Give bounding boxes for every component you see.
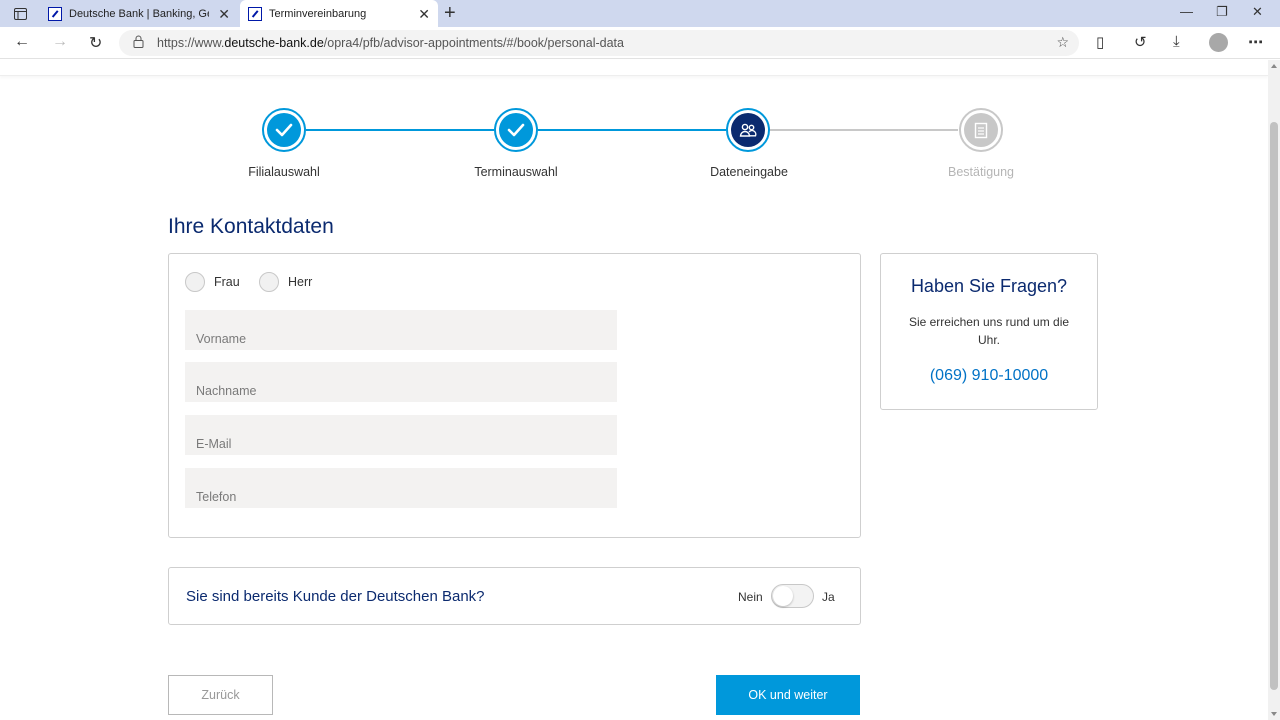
step-dateneingabe bbox=[726, 108, 770, 152]
toggle-no-label: Nein bbox=[738, 590, 763, 604]
checkmark-icon bbox=[275, 123, 293, 137]
back-button[interactable]: Zurück bbox=[168, 675, 273, 715]
step-filialauswahl bbox=[262, 108, 306, 152]
existing-customer-question: Sie sind bereits Kunde der Deutschen Ban… bbox=[186, 588, 485, 605]
first-name-field[interactable]: Vorname bbox=[185, 310, 617, 350]
stepper-line bbox=[306, 129, 494, 131]
stepper-line bbox=[538, 129, 726, 131]
address-bar[interactable]: https://www.deutsche-bank.de/opra4/pfb/a… bbox=[119, 30, 1079, 56]
download-icon[interactable]: ⤓ bbox=[1173, 33, 1180, 50]
reading-view-icon[interactable]: ▯ bbox=[1096, 33, 1104, 51]
stepper-line bbox=[770, 129, 958, 131]
back-arrow-icon[interactable]: ← bbox=[14, 33, 30, 51]
help-text: Sie erreichen uns rund um die Uhr. bbox=[908, 315, 1070, 347]
step-label: Bestätigung bbox=[947, 165, 1015, 179]
email-placeholder: E-Mail bbox=[196, 437, 232, 451]
radio-circle[interactable] bbox=[185, 272, 205, 292]
existing-customer-toggle[interactable] bbox=[771, 584, 814, 608]
radio-frau[interactable]: Frau bbox=[185, 272, 240, 292]
page-title: Ihre Kontaktdaten bbox=[168, 215, 334, 238]
page-header-edge bbox=[0, 60, 1268, 76]
toggle-yes-label: Ja bbox=[822, 590, 835, 604]
page-scrollbar[interactable] bbox=[1268, 60, 1280, 720]
deutsche-bank-favicon-icon bbox=[48, 6, 62, 21]
scroll-down-icon[interactable] bbox=[1271, 712, 1277, 716]
forward-arrow-icon[interactable]: → bbox=[52, 33, 68, 51]
browser-tab-terminvereinbarung[interactable]: Terminvereinbarung ✕ bbox=[240, 0, 438, 27]
phone-field[interactable]: Telefon bbox=[185, 468, 617, 508]
scroll-up-icon[interactable] bbox=[1271, 64, 1277, 68]
radio-label: Frau bbox=[214, 275, 240, 289]
close-tab-icon[interactable]: ✕ bbox=[418, 6, 430, 23]
scrollbar-thumb[interactable] bbox=[1270, 122, 1278, 690]
ok-continue-button[interactable]: OK und weiter bbox=[716, 675, 860, 715]
step-label: Dateneingabe bbox=[710, 165, 788, 179]
favorite-star-icon[interactable]: ☆ bbox=[1056, 34, 1069, 51]
toggle-knob[interactable] bbox=[773, 586, 793, 606]
restore-icon[interactable]: ❐ bbox=[1216, 4, 1228, 20]
last-name-placeholder: Nachname bbox=[196, 384, 257, 398]
document-icon bbox=[974, 122, 988, 138]
step-label: Terminauswahl bbox=[474, 165, 558, 179]
step-terminauswahl bbox=[494, 108, 538, 152]
lock-icon[interactable] bbox=[133, 35, 144, 48]
last-name-field[interactable]: Nachname bbox=[185, 362, 617, 402]
step-bestaetigung bbox=[959, 108, 1003, 152]
tab-title: Terminvereinbarung bbox=[269, 7, 367, 20]
radio-label: Herr bbox=[288, 275, 313, 289]
radio-herr[interactable]: Herr bbox=[259, 272, 312, 292]
browser-toolbar: ← → ↻ https://www.deutsche-bank.de/opra4… bbox=[0, 27, 1280, 59]
help-title: Haben Sie Fragen? bbox=[910, 276, 1068, 296]
close-window-icon[interactable]: ✕ bbox=[1252, 4, 1263, 20]
first-name-placeholder: Vorname bbox=[196, 332, 247, 346]
checkmark-icon bbox=[507, 123, 525, 137]
minimize-icon[interactable]: — bbox=[1180, 4, 1193, 19]
more-menu-icon[interactable]: ⋯ bbox=[1248, 33, 1263, 51]
profile-avatar-icon[interactable] bbox=[1209, 33, 1228, 52]
browser-tab-bar: Deutsche Bank | Banking, Geldanlage ✕ Te… bbox=[0, 0, 1280, 27]
page-content: Filialauswahl Terminauswahl Dateneingabe… bbox=[0, 60, 1268, 720]
email-field[interactable]: E-Mail bbox=[185, 415, 617, 455]
browser-tab-deutsche-bank[interactable]: Deutsche Bank | Banking, Geldanlage ✕ bbox=[40, 0, 238, 27]
step-label: Filialauswahl bbox=[248, 165, 320, 179]
tab-actions-icon[interactable] bbox=[8, 4, 32, 24]
help-phone-link[interactable]: (069) 910-10000 bbox=[880, 367, 1098, 385]
phone-placeholder: Telefon bbox=[196, 490, 237, 504]
radio-circle[interactable] bbox=[259, 272, 279, 292]
deutsche-bank-favicon-icon bbox=[248, 6, 262, 21]
close-tab-icon[interactable]: ✕ bbox=[218, 6, 230, 23]
history-icon[interactable]: ↺ bbox=[1134, 33, 1147, 51]
reload-icon[interactable]: ↻ bbox=[89, 33, 102, 53]
tab-title: Deutsche Bank | Banking, Geldanlage bbox=[69, 7, 209, 20]
new-tab-icon[interactable]: + bbox=[444, 2, 456, 25]
url-text[interactable]: https://www.deutsche-bank.de/opra4/pfb/a… bbox=[157, 36, 624, 50]
people-icon bbox=[739, 123, 757, 137]
